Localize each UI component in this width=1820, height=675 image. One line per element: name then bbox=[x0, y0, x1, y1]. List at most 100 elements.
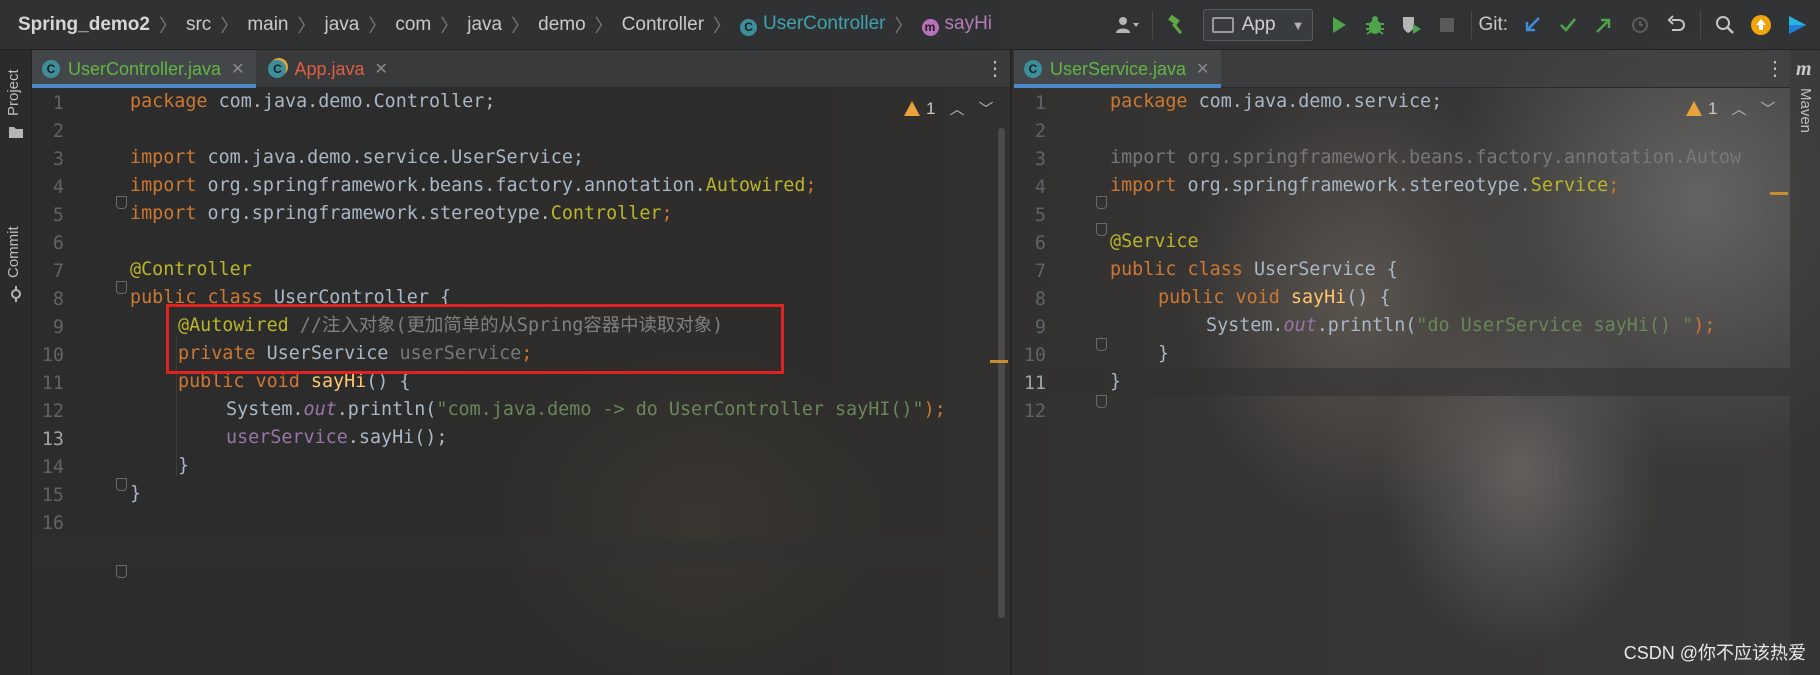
run-icon[interactable] bbox=[1324, 10, 1354, 40]
code-line-13: userService.sayHi(); bbox=[226, 424, 447, 452]
build-hammer-icon[interactable] bbox=[1162, 10, 1192, 40]
maven-logo-icon[interactable]: m bbox=[1796, 58, 1812, 81]
keyword: public void bbox=[178, 371, 300, 392]
code-text: com.java.demo.service; bbox=[1187, 91, 1443, 112]
warning-icon bbox=[904, 101, 920, 116]
fold-marker[interactable] bbox=[116, 281, 127, 294]
code-text: System. bbox=[226, 399, 304, 420]
java-class-icon: C bbox=[1024, 60, 1042, 78]
breadcrumb-method[interactable]: m sayHi bbox=[921, 13, 993, 36]
commit-tool-tab[interactable]: Commit bbox=[5, 226, 22, 278]
run-with-coverage-icon[interactable] bbox=[1396, 10, 1426, 40]
fold-marker[interactable] bbox=[1096, 338, 1107, 351]
breadcrumb-main[interactable]: main bbox=[247, 14, 288, 36]
field-reference: userService bbox=[226, 427, 348, 448]
chevron-up-icon[interactable]: ︿ bbox=[949, 98, 964, 119]
run-configuration-label: App bbox=[1241, 14, 1276, 35]
breadcrumb-separator: 〉 bbox=[440, 15, 459, 36]
string-literal: "com.java.demo -> do UserController sayH… bbox=[436, 399, 924, 420]
plugin-logo-icon[interactable] bbox=[1782, 10, 1812, 40]
code-text: org.springframework.beans.factory.annota… bbox=[196, 175, 706, 196]
fold-marker[interactable] bbox=[116, 565, 127, 578]
code-editor-right[interactable]: 1 2 3 4 5 6 7 8 9 10 11 12 package com.j… bbox=[1014, 88, 1790, 675]
git-push-arrow-icon[interactable] bbox=[1589, 10, 1619, 40]
commit-icon[interactable] bbox=[8, 286, 24, 306]
line-number: 3 bbox=[52, 149, 64, 170]
close-icon[interactable]: ✕ bbox=[1196, 59, 1209, 79]
chevron-up-icon[interactable]: ︿ bbox=[1731, 98, 1746, 119]
ide-update-icon[interactable] bbox=[1746, 10, 1776, 40]
fold-marker[interactable] bbox=[1096, 196, 1107, 209]
code-text: org.springframework.beans.factory.annota… bbox=[1176, 147, 1742, 168]
main-toolbar: App ▼ Git: bbox=[1110, 0, 1820, 50]
tab-userservice-java[interactable]: C UserService.java ✕ bbox=[1014, 50, 1222, 88]
more-options-icon[interactable]: ⋮ bbox=[1760, 50, 1790, 87]
rollback-undo-icon[interactable] bbox=[1661, 10, 1691, 40]
run-configuration-select[interactable]: App ▼ bbox=[1202, 9, 1314, 41]
breadcrumb-java[interactable]: java bbox=[325, 14, 360, 36]
stop-icon[interactable] bbox=[1432, 10, 1462, 40]
fold-marker[interactable] bbox=[116, 478, 127, 491]
breadcrumb-separator: 〉 bbox=[713, 15, 732, 36]
fold-marker[interactable] bbox=[1096, 395, 1107, 408]
breadcrumb-controller[interactable]: Controller bbox=[622, 14, 704, 36]
project-tool-tab[interactable]: Project bbox=[5, 69, 22, 116]
line-number: 6 bbox=[1034, 233, 1046, 254]
inspection-widget[interactable]: 1 ︿ ﹀ bbox=[904, 98, 994, 119]
chevron-down-icon[interactable]: ﹀ bbox=[1760, 98, 1775, 119]
toolbar-divider bbox=[1471, 11, 1473, 39]
line-number: 8 bbox=[1034, 289, 1046, 310]
history-clock-icon[interactable] bbox=[1625, 10, 1655, 40]
ide-window: Spring_demo2 〉 src 〉 main 〉 java 〉 com 〉… bbox=[0, 0, 1820, 675]
code-line-1: package com.java.demo.Controller; bbox=[130, 88, 495, 116]
breadcrumb-method-label: sayHi bbox=[944, 13, 993, 34]
semicolon: ); bbox=[923, 399, 946, 420]
breadcrumb: Spring_demo2 〉 src 〉 main 〉 java 〉 com 〉… bbox=[0, 12, 992, 38]
git-label: Git: bbox=[1478, 14, 1508, 35]
close-icon[interactable]: ✕ bbox=[231, 59, 244, 79]
commit-tool-tab-label: Commit bbox=[5, 226, 22, 278]
line-number-gutter: 1 2 3 4 5 6 7 8 9 10 11 12 bbox=[1014, 88, 1104, 675]
line-number-current: 13 bbox=[41, 429, 64, 450]
inspection-widget[interactable]: 1 ︿ ﹀ bbox=[1686, 98, 1776, 119]
breadcrumb-project[interactable]: Spring_demo2 bbox=[18, 14, 150, 36]
fold-marker[interactable] bbox=[116, 196, 127, 209]
line-number: 1 bbox=[1034, 93, 1046, 114]
breadcrumb-src[interactable]: src bbox=[186, 14, 211, 36]
method-icon: m bbox=[921, 19, 939, 36]
git-update-arrow-icon[interactable] bbox=[1517, 10, 1547, 40]
chevron-down-icon[interactable]: ﹀ bbox=[978, 98, 993, 119]
breadcrumb-class[interactable]: C UserController bbox=[740, 13, 886, 36]
maven-tool-tab[interactable]: Maven bbox=[1797, 88, 1814, 133]
line-number: 7 bbox=[52, 261, 64, 282]
keyword: import bbox=[130, 147, 197, 168]
semicolon: ); bbox=[1693, 315, 1716, 336]
close-icon[interactable]: ✕ bbox=[375, 59, 388, 79]
debug-bug-icon[interactable] bbox=[1360, 10, 1390, 40]
code-text: .println( bbox=[1316, 315, 1417, 336]
breadcrumb-demo[interactable]: demo bbox=[538, 14, 586, 36]
tab-app-java[interactable]: C App.java ✕ bbox=[256, 50, 399, 88]
error-stripe-marker[interactable] bbox=[990, 360, 1008, 363]
code-editor-left[interactable]: 1 2 3 4 5 6 7 8 9 10 11 12 13 14 15 16 p… bbox=[32, 88, 1010, 675]
tab-usercontroller-java[interactable]: C UserController.java ✕ bbox=[32, 50, 257, 88]
more-options-icon[interactable]: ⋮ bbox=[980, 50, 1010, 87]
code-text: com.java.demo.service.UserService; bbox=[196, 147, 584, 168]
vertical-scrollbar[interactable] bbox=[998, 128, 1005, 618]
code-line-14: } bbox=[178, 455, 190, 476]
code-line-12: System.out.println("com.java.demo -> do … bbox=[226, 396, 946, 424]
keyword: public void bbox=[1158, 287, 1280, 308]
search-icon[interactable] bbox=[1710, 10, 1740, 40]
breadcrumb-com[interactable]: com bbox=[395, 14, 431, 36]
breadcrumb-java-2[interactable]: java bbox=[467, 14, 502, 36]
user-profile-icon[interactable] bbox=[1113, 10, 1143, 40]
breadcrumb-separator: 〉 bbox=[368, 15, 387, 36]
string-literal: "do UserService sayHi() " bbox=[1416, 315, 1694, 336]
git-commit-check-icon[interactable] bbox=[1553, 10, 1583, 40]
navigation-bar: Spring_demo2 〉 src 〉 main 〉 java 〉 com 〉… bbox=[0, 0, 1820, 50]
fold-marker[interactable] bbox=[1096, 223, 1107, 236]
folder-icon[interactable] bbox=[8, 124, 24, 143]
code-line-4: import org.springframework.beans.factory… bbox=[130, 172, 817, 200]
line-number: 10 bbox=[1023, 345, 1046, 366]
error-stripe-marker[interactable] bbox=[1770, 192, 1788, 195]
